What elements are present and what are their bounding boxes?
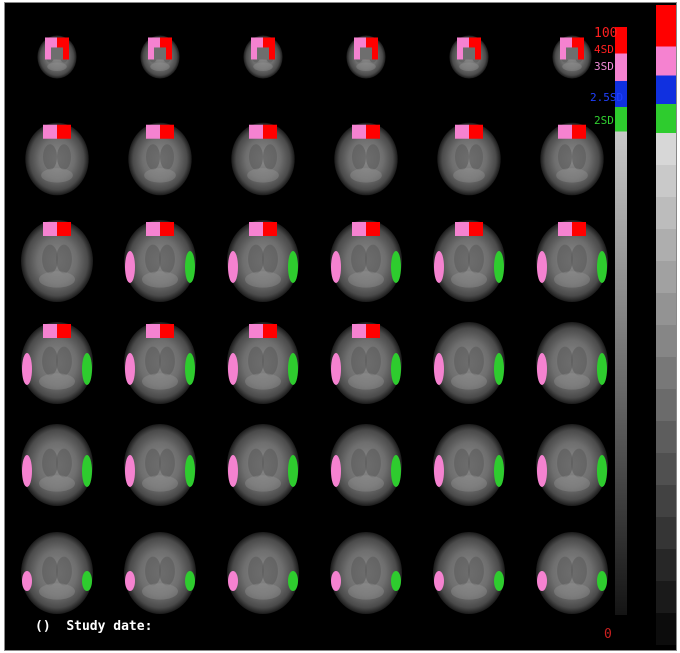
brain-slice-thumbnail[interactable] <box>213 311 313 416</box>
brain-slice-thumbnail[interactable] <box>419 107 519 212</box>
brain-slice-thumbnail[interactable] <box>419 5 519 110</box>
brain-slice-thumbnail[interactable] <box>110 311 210 416</box>
brain-slice-thumbnail[interactable] <box>213 515 313 620</box>
brain-slice-thumbnail[interactable] <box>316 5 416 110</box>
brain-slice-thumbnail[interactable] <box>110 5 210 110</box>
brain-slice-thumbnail[interactable] <box>110 209 210 314</box>
intensity-color-scale-bar <box>656 5 676 645</box>
brain-slice-thumbnail[interactable] <box>7 5 107 110</box>
brain-slice-thumbnail[interactable] <box>419 209 519 314</box>
brain-slice-thumbnail[interactable] <box>7 413 107 518</box>
slice-grid <box>5 3 608 633</box>
sd2-label: 2SD <box>594 114 614 127</box>
brain-slice-thumbnail[interactable] <box>522 209 622 314</box>
brain-slice-thumbnail[interactable] <box>419 311 519 416</box>
brain-slice-thumbnail[interactable] <box>110 413 210 518</box>
brain-slice-thumbnail[interactable] <box>419 515 519 620</box>
brain-slice-thumbnail[interactable] <box>110 107 210 212</box>
scale-max-label: 100 <box>594 26 618 41</box>
brain-slice-thumbnail[interactable] <box>316 515 416 620</box>
brain-slice-thumbnail[interactable] <box>522 311 622 416</box>
brain-slice-thumbnail[interactable] <box>7 515 107 620</box>
study-info-footer: () Study date: <box>35 619 152 634</box>
patient-parens: () <box>35 619 51 634</box>
brain-slice-thumbnail[interactable] <box>316 311 416 416</box>
brain-slice-thumbnail[interactable] <box>522 413 622 518</box>
brain-slice-thumbnail[interactable] <box>316 209 416 314</box>
intensity-gray-steps <box>656 133 676 645</box>
brain-slice-thumbnail[interactable] <box>213 413 313 518</box>
brain-slice-thumbnail[interactable] <box>522 515 622 620</box>
sd4-label: 4SD <box>594 43 614 56</box>
scale-min-label: 0 <box>604 627 612 642</box>
sd-color-scale-bar <box>615 27 627 615</box>
brain-slice-thumbnail[interactable] <box>7 311 107 416</box>
sd25-label: 2.5SD <box>590 91 624 104</box>
brain-scan-viewer: 100 4SD 3SD 2.5SD 2SD 0 () Study date: <box>4 2 677 651</box>
brain-slice-thumbnail[interactable] <box>7 107 107 212</box>
brain-slice-thumbnail[interactable] <box>110 515 210 620</box>
sd3-label: 3SD <box>594 60 614 73</box>
brain-slice-thumbnail[interactable] <box>7 209 107 314</box>
brain-slice-thumbnail[interactable] <box>316 107 416 212</box>
brain-slice-thumbnail[interactable] <box>213 107 313 212</box>
brain-slice-thumbnail[interactable] <box>419 413 519 518</box>
brain-slice-thumbnail[interactable] <box>213 209 313 314</box>
brain-slice-thumbnail[interactable] <box>316 413 416 518</box>
study-date-label: Study date: <box>66 619 153 634</box>
brain-slice-thumbnail[interactable] <box>213 5 313 110</box>
